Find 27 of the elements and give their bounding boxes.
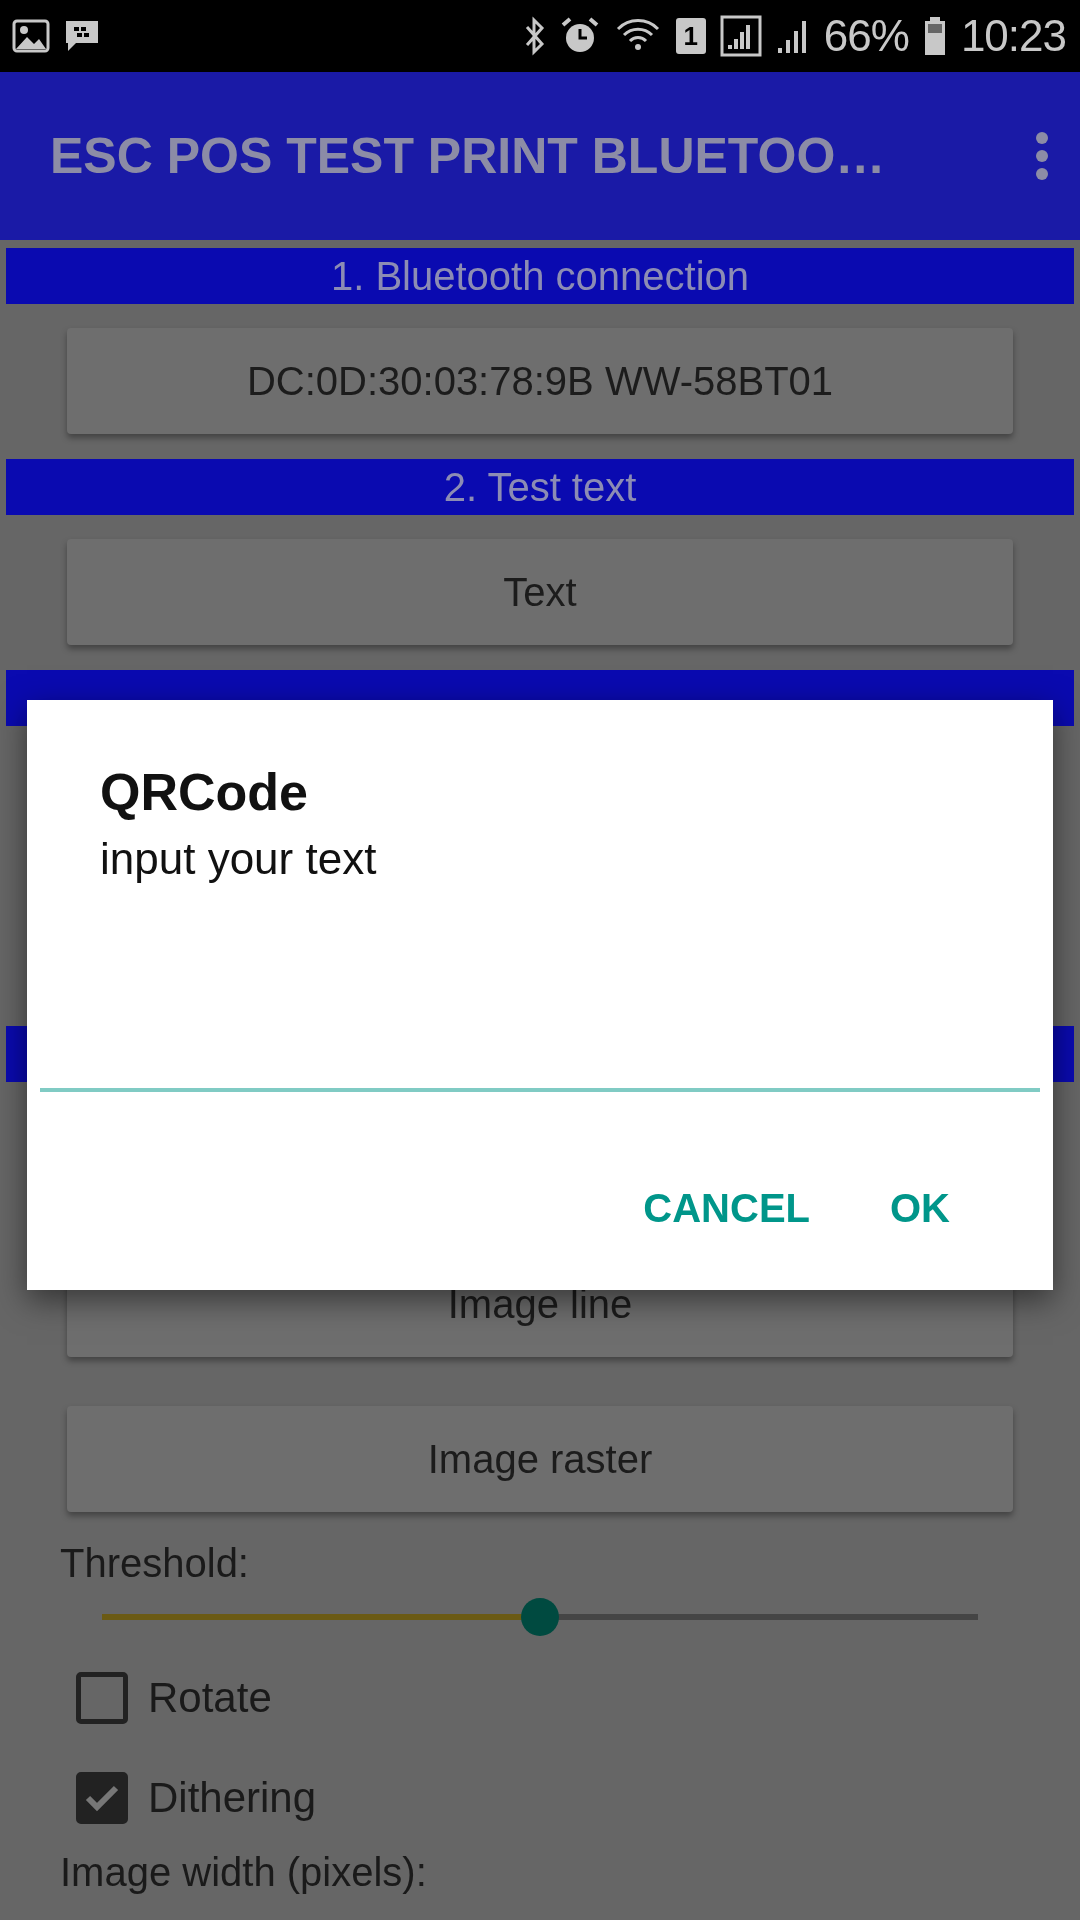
battery-percent: 66% [823, 11, 909, 61]
slider-thumb[interactable] [521, 1598, 559, 1636]
checkbox[interactable] [76, 1772, 128, 1824]
field-label: Image width (pixels): [60, 1850, 428, 1895]
dialog-button[interactable]: OK [880, 1166, 960, 1251]
field-label: Threshold: [60, 1541, 250, 1586]
checkbox[interactable] [76, 1672, 128, 1724]
bluetooth-icon [523, 16, 546, 56]
chat-icon [64, 19, 100, 53]
more-menu-icon[interactable] [1034, 131, 1050, 181]
action-button[interactable]: Text [67, 539, 1013, 645]
battery-icon [922, 16, 947, 56]
app-title: ESC POS TEST PRINT BLUETOO… [50, 127, 887, 185]
section-header: 2. Test text [6, 459, 1074, 515]
gallery-icon [12, 19, 50, 53]
check-icon [85, 1784, 119, 1812]
action-button[interactable]: Image raster [67, 1406, 1013, 1512]
clock: 10:23 [960, 11, 1066, 61]
dialog-button[interactable]: CANCEL [633, 1166, 820, 1251]
dialog-message: input your text [100, 834, 378, 884]
checkbox-label: Rotate [148, 1674, 272, 1722]
checkbox-label: Dithering [148, 1774, 317, 1822]
dialog-title: QRCode [100, 762, 309, 822]
signal-icon [719, 15, 762, 57]
action-button[interactable]: DC:0D:30:03:78:9B WW-58BT01 [67, 328, 1013, 434]
sim-badge: 1 [675, 18, 706, 54]
section-header: 1. Bluetooth connection [6, 248, 1074, 304]
